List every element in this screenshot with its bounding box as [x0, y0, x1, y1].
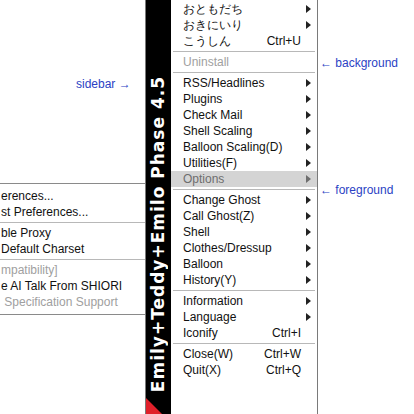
menu-item-label: こうしん — [183, 33, 259, 49]
foreground-annotation: ← foreground — [320, 183, 414, 198]
submenu-item[interactable]: st Preferences... — [0, 204, 145, 220]
menu-item[interactable]: History(Y) — [171, 272, 317, 288]
submenu-arrow-icon — [306, 313, 311, 321]
menu-item[interactable]: Shell — [171, 224, 317, 240]
submenu-arrow-icon — [306, 297, 311, 305]
menu-item-label: Information — [183, 293, 293, 309]
menu-separator — [171, 70, 317, 75]
menu-item[interactable]: IconifyCtrl+I — [171, 325, 317, 341]
background-annotation: ← background — [320, 56, 414, 71]
menu-item-label: おともだち — [183, 1, 293, 17]
menu-item[interactable]: Call Ghost(Z) — [171, 208, 317, 224]
menu-item[interactable]: Plugins — [171, 91, 317, 107]
menu-separator — [171, 341, 317, 346]
submenu-arrow-icon — [306, 79, 311, 87]
submenu-item: mpatibility] — [0, 262, 145, 278]
menu-separator — [171, 187, 317, 192]
submenu-arrow-icon — [306, 95, 311, 103]
menu-item-label: Shell Scaling — [183, 123, 293, 139]
submenu-arrow-icon — [306, 143, 311, 151]
menu-item-label: Quit(X) — [183, 362, 258, 378]
menu-item-label: Language — [183, 309, 293, 325]
screen: sidebar → erences...st Preferences... ble … — [0, 0, 414, 414]
submenu-item[interactable]: erences... — [0, 188, 145, 204]
menu-item-label: Call Ghost(Z) — [183, 208, 293, 224]
menu-item[interactable]: Clothes/Dressup — [171, 240, 317, 256]
submenu-item: Specification Support — [0, 294, 145, 310]
submenu-item[interactable]: e AI Talk From SHIORI — [0, 278, 145, 294]
menu-item[interactable]: Balloon — [171, 256, 317, 272]
submenu-arrow-icon — [306, 244, 311, 252]
submenu-arrow-icon — [306, 276, 311, 284]
menu-item[interactable]: Information — [171, 293, 317, 309]
menu-item[interactable]: おともだち — [171, 1, 317, 17]
menu-item-shortcut: Ctrl+U — [259, 33, 301, 49]
menu-items: おともだちおきにいりこうしんCtrl+U Uninstall RSS/Headlin… — [171, 0, 317, 414]
menu-separator — [171, 288, 317, 293]
submenu-arrow-icon — [306, 212, 311, 220]
submenu-arrow-icon — [306, 127, 311, 135]
menu-item-label: RSS/Headlines — [183, 75, 293, 91]
menu-item-shortcut: Ctrl+Q — [258, 362, 301, 378]
menu-separator — [0, 220, 145, 225]
left-area: sidebar → erences...st Preferences... ble … — [0, 0, 145, 414]
menu-item-label: Uninstall — [183, 54, 293, 70]
right-area: ← background ← foreground — [318, 0, 414, 414]
menu-item: Uninstall — [171, 54, 317, 70]
corner-triangle-icon — [146, 398, 162, 414]
menu-item[interactable]: Shell Scaling — [171, 123, 317, 139]
menu-item-label: Shell — [183, 224, 293, 240]
sidebar-title: Emily+Teddy+Emilo Phase 4.5 — [146, 76, 171, 392]
menu-item-label: Iconify — [183, 325, 264, 341]
submenu-arrow-icon — [306, 175, 311, 183]
submenu-arrow-icon — [306, 111, 311, 119]
menu-sidebar: Emily+Teddy+Emilo Phase 4.5 — [146, 0, 171, 414]
submenu-arrow-icon — [306, 159, 311, 167]
menu-item[interactable]: Check Mail — [171, 107, 317, 123]
submenu-arrow-icon — [306, 260, 311, 268]
menu-item-shortcut: Ctrl+I — [264, 325, 301, 341]
menu-item[interactable]: おきにいり — [171, 17, 317, 33]
options-submenu: erences...st Preferences... ble ProxyDefa… — [0, 183, 145, 315]
menu-item[interactable]: RSS/Headlines — [171, 75, 317, 91]
menu-item[interactable]: Utilities(F) — [171, 155, 317, 171]
menu-item[interactable]: こうしんCtrl+U — [171, 33, 317, 49]
menu-item[interactable]: Quit(X)Ctrl+Q — [171, 362, 317, 378]
submenu-arrow-icon — [306, 5, 311, 13]
menu-item[interactable]: Language — [171, 309, 317, 325]
submenu-arrow-icon — [306, 196, 311, 204]
menu-item[interactable]: Close(W)Ctrl+W — [171, 346, 317, 362]
menu-item-shortcut: Ctrl+W — [256, 346, 301, 362]
menu-separator — [171, 49, 317, 54]
menu-item[interactable]: Balloon Scaling(D) — [171, 139, 317, 155]
submenu-item[interactable]: Default Charset — [0, 241, 145, 257]
menu-separator — [0, 257, 145, 262]
menu-item-label: Change Ghost — [183, 192, 293, 208]
menu-item-label: Utilities(F) — [183, 155, 293, 171]
menu-item[interactable]: Change Ghost — [171, 192, 317, 208]
menu-item-label: おきにいり — [183, 17, 293, 33]
menu-item[interactable]: Options — [171, 171, 317, 187]
menu-item-label: Plugins — [183, 91, 293, 107]
sidebar-annotation: sidebar → — [0, 77, 145, 92]
submenu-arrow-icon — [306, 228, 311, 236]
menu-item-label: Clothes/Dressup — [183, 240, 293, 256]
submenu-arrow-icon — [306, 21, 311, 29]
submenu-item[interactable]: ble Proxy — [0, 225, 145, 241]
menu-item-label: History(Y) — [183, 272, 293, 288]
menu-item-label: Options — [183, 171, 293, 187]
menu-item-label: Balloon — [183, 256, 293, 272]
context-menu: Emily+Teddy+Emilo Phase 4.5おともだちおきにいりこうし… — [145, 0, 318, 414]
menu-item-label: Balloon Scaling(D) — [183, 139, 293, 155]
menu-item-label: Check Mail — [183, 107, 293, 123]
menu-item-label: Close(W) — [183, 346, 256, 362]
